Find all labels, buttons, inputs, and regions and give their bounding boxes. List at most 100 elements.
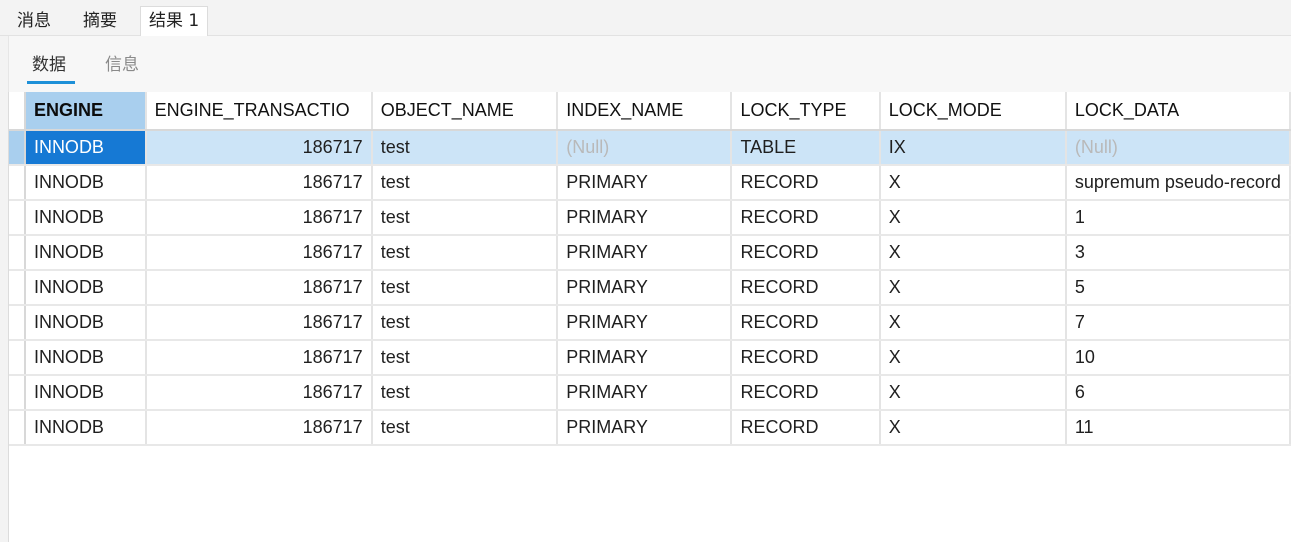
cell-engine-transaction[interactable]: 186717 — [145, 270, 373, 306]
cell-engine-transaction[interactable]: 186717 — [145, 305, 373, 341]
cell-object-name[interactable]: test — [371, 200, 559, 236]
row-selector[interactable] — [9, 270, 26, 306]
cell-engine-transaction[interactable]: 186717 — [145, 235, 373, 271]
active-subtab-indicator — [27, 81, 75, 84]
cell-engine[interactable]: INNODB — [24, 270, 147, 306]
cell-engine-transaction[interactable]: 186717 — [145, 200, 373, 236]
cell-object-name[interactable]: test — [371, 270, 559, 306]
cell-lock-data[interactable]: (Null) — [1065, 130, 1291, 166]
row-selector[interactable] — [9, 200, 26, 236]
cell-lock-mode[interactable]: X — [879, 340, 1067, 376]
results-grid[interactable]: ENGINE ENGINE_TRANSACTIO OBJECT_NAME IND… — [8, 92, 1291, 542]
cell-index-name[interactable]: PRIMARY — [557, 165, 733, 201]
cell-lock-type[interactable]: RECORD — [731, 375, 881, 411]
row-selector[interactable] — [9, 410, 26, 446]
cell-engine-transaction[interactable]: 186717 — [145, 375, 373, 411]
table-row[interactable]: INNODB 186717 test PRIMARY RECORD X 7 — [9, 305, 1291, 341]
cell-index-name[interactable]: PRIMARY — [557, 235, 733, 271]
cell-lock-mode[interactable]: X — [879, 200, 1067, 236]
cell-lock-mode[interactable]: X — [879, 305, 1067, 341]
cell-lock-type[interactable]: RECORD — [731, 270, 881, 306]
cell-engine[interactable]: INNODB — [24, 410, 147, 446]
column-header-engine[interactable]: ENGINE — [24, 92, 147, 131]
cell-index-name[interactable]: PRIMARY — [557, 200, 733, 236]
cell-lock-mode[interactable]: X — [879, 165, 1067, 201]
table-row[interactable]: INNODB 186717 test PRIMARY RECORD X 1 — [9, 200, 1291, 236]
header-row: ENGINE ENGINE_TRANSACTIO OBJECT_NAME IND… — [9, 92, 1291, 131]
row-selector[interactable] — [9, 340, 26, 376]
row-selector[interactable] — [9, 305, 26, 341]
cell-index-name[interactable]: PRIMARY — [557, 270, 733, 306]
cell-object-name[interactable]: test — [371, 235, 559, 271]
left-edge — [0, 36, 8, 542]
cell-lock-data[interactable]: 1 — [1065, 200, 1291, 236]
cell-index-name[interactable]: PRIMARY — [557, 340, 733, 376]
cell-lock-data[interactable]: 11 — [1065, 410, 1291, 446]
subtab-info[interactable]: 信息 — [105, 54, 139, 76]
cell-engine[interactable]: INNODB — [24, 130, 147, 166]
cell-engine[interactable]: INNODB — [24, 165, 147, 201]
cell-engine[interactable]: INNODB — [24, 200, 147, 236]
cell-engine[interactable]: INNODB — [24, 340, 147, 376]
cell-lock-data[interactable]: supremum pseudo-record — [1065, 165, 1291, 201]
cell-lock-mode[interactable]: IX — [879, 130, 1067, 166]
cell-engine[interactable]: INNODB — [24, 235, 147, 271]
cell-object-name[interactable]: test — [371, 375, 559, 411]
cell-object-name[interactable]: test — [371, 340, 559, 376]
table-row[interactable]: INNODB 186717 test PRIMARY RECORD X 3 — [9, 235, 1291, 271]
cell-index-name[interactable]: PRIMARY — [557, 375, 733, 411]
column-header-lock-mode[interactable]: LOCK_MODE — [879, 92, 1067, 131]
cell-lock-data[interactable]: 7 — [1065, 305, 1291, 341]
tab-result-1[interactable]: 结果 1 — [140, 6, 209, 37]
cell-lock-type[interactable]: RECORD — [731, 305, 881, 341]
cell-engine[interactable]: INNODB — [24, 375, 147, 411]
row-selector[interactable] — [9, 165, 26, 201]
row-selector[interactable] — [9, 130, 26, 166]
row-selector[interactable] — [9, 235, 26, 271]
cell-lock-type[interactable]: TABLE — [731, 130, 881, 166]
cell-lock-type[interactable]: RECORD — [731, 200, 881, 236]
cell-object-name[interactable]: test — [371, 305, 559, 341]
cell-lock-data[interactable]: 5 — [1065, 270, 1291, 306]
cell-index-name[interactable]: PRIMARY — [557, 305, 733, 341]
tab-messages[interactable]: 消息 — [8, 6, 60, 36]
table-row[interactable]: INNODB 186717 test (Null) TABLE IX (Null) — [9, 130, 1291, 166]
column-header-index-name[interactable]: INDEX_NAME — [557, 92, 733, 131]
cell-lock-type[interactable]: RECORD — [731, 410, 881, 446]
table-row[interactable]: INNODB 186717 test PRIMARY RECORD X 6 — [9, 375, 1291, 411]
cell-lock-mode[interactable]: X — [879, 270, 1067, 306]
cell-lock-data[interactable]: 6 — [1065, 375, 1291, 411]
cell-object-name[interactable]: test — [371, 165, 559, 201]
table-row[interactable]: INNODB 186717 test PRIMARY RECORD Xsupremum p… — [9, 165, 1291, 201]
subtab-data[interactable]: 数据 — [32, 54, 66, 76]
cell-engine-transaction[interactable]: 186717 — [145, 130, 373, 166]
cell-lock-mode[interactable]: X — [879, 375, 1067, 411]
column-header-engine-transaction[interactable]: ENGINE_TRANSACTIO — [145, 92, 373, 131]
cell-engine-transaction[interactable]: 186717 — [145, 165, 373, 201]
result-tab-strip: 消息 摘要 结果 1 — [0, 0, 1291, 37]
cell-lock-type[interactable]: RECORD — [731, 235, 881, 271]
row-header-corner — [9, 92, 26, 131]
cell-lock-type[interactable]: RECORD — [731, 340, 881, 376]
table-row[interactable]: INNODB 186717 test PRIMARY RECORD X 10 — [9, 340, 1291, 376]
cell-index-name[interactable]: (Null) — [557, 130, 733, 166]
cell-object-name[interactable]: test — [371, 410, 559, 446]
column-header-lock-type[interactable]: LOCK_TYPE — [731, 92, 881, 131]
results-table: ENGINE ENGINE_TRANSACTIO OBJECT_NAME IND… — [9, 92, 1291, 446]
column-header-lock-data[interactable]: LOCK_DATA — [1065, 92, 1291, 131]
tab-summary[interactable]: 摘要 — [74, 6, 126, 36]
column-header-object-name[interactable]: OBJECT_NAME — [371, 92, 559, 131]
cell-engine-transaction[interactable]: 186717 — [145, 410, 373, 446]
table-row[interactable]: INNODB 186717 test PRIMARY RECORD X 11 — [9, 410, 1291, 446]
cell-engine-transaction[interactable]: 186717 — [145, 340, 373, 376]
row-selector[interactable] — [9, 375, 26, 411]
cell-lock-mode[interactable]: X — [879, 235, 1067, 271]
cell-index-name[interactable]: PRIMARY — [557, 410, 733, 446]
cell-object-name[interactable]: test — [371, 130, 559, 166]
cell-engine[interactable]: INNODB — [24, 305, 147, 341]
cell-lock-type[interactable]: RECORD — [731, 165, 881, 201]
table-row[interactable]: INNODB 186717 test PRIMARY RECORD X 5 — [9, 270, 1291, 306]
cell-lock-mode[interactable]: X — [879, 410, 1067, 446]
cell-lock-data[interactable]: 10 — [1065, 340, 1291, 376]
cell-lock-data[interactable]: 3 — [1065, 235, 1291, 271]
